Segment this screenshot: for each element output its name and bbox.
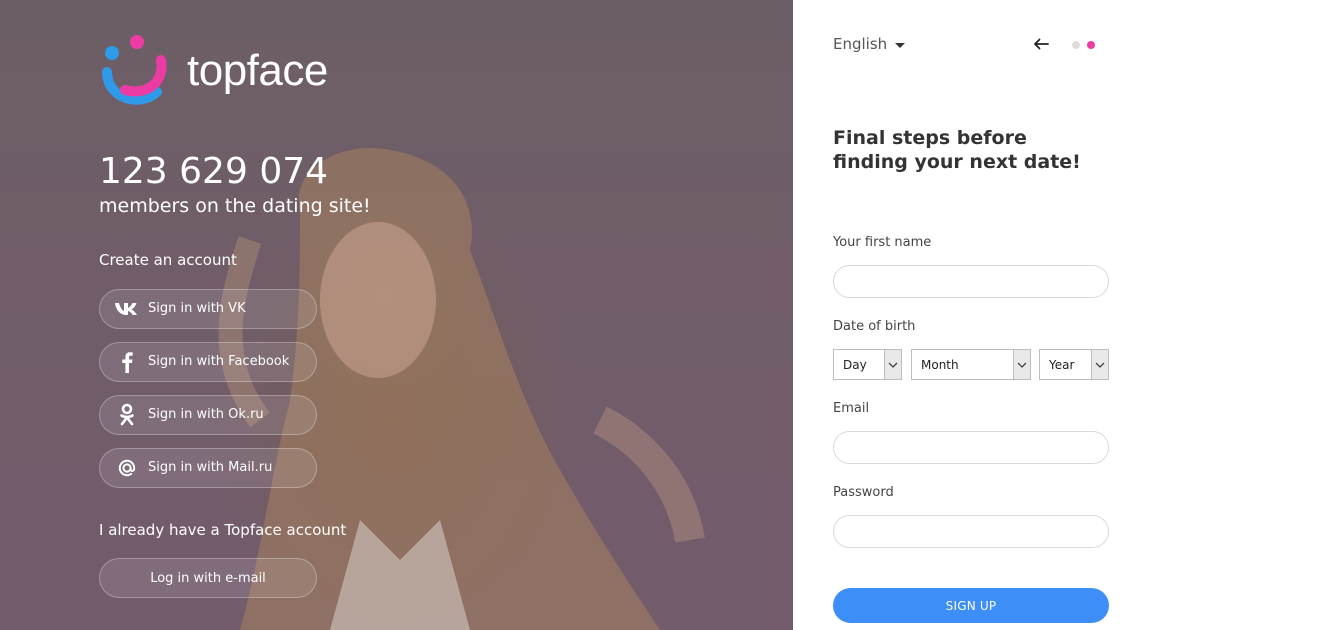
sign-in-facebook-label: Sign in with Facebook xyxy=(148,354,290,369)
sign-in-facebook-button[interactable]: Sign in with Facebook xyxy=(99,342,317,382)
ok-icon xyxy=(114,403,140,427)
sign-in-mail-label: Sign in with Mail.ru xyxy=(148,460,273,475)
password-input[interactable] xyxy=(833,515,1109,548)
sign-in-vk-label: Sign in with VK xyxy=(148,301,246,316)
dob-day-value: Day xyxy=(843,357,867,372)
step-dot-1 xyxy=(1072,41,1080,49)
back-arrow-icon[interactable] xyxy=(1031,34,1051,54)
sign-in-mail-button[interactable]: Sign in with Mail.ru xyxy=(99,448,317,488)
chevron-down-icon xyxy=(1013,350,1030,379)
dob-day-select[interactable]: Day xyxy=(833,349,902,380)
first-name-input[interactable] xyxy=(833,265,1109,298)
topface-logo-icon xyxy=(102,35,167,105)
have-account-text: I already have a Topface account xyxy=(99,521,347,539)
dob-month-value: Month xyxy=(921,357,959,372)
signup-headline: Final steps before finding your next dat… xyxy=(833,127,1081,173)
mail-icon xyxy=(114,456,140,480)
email-label: Email xyxy=(833,401,870,416)
facebook-icon xyxy=(114,350,140,374)
sign-up-button[interactable]: SIGN UP xyxy=(833,588,1109,623)
language-selector[interactable]: English xyxy=(833,35,906,53)
log-in-email-button[interactable]: Log in with e-mail xyxy=(99,558,317,598)
members-caption: members on the dating site! xyxy=(99,195,371,217)
password-label: Password xyxy=(833,485,894,500)
dob-month-select[interactable]: Month xyxy=(911,349,1031,380)
vk-icon xyxy=(114,297,140,321)
logo-wordmark: topface xyxy=(187,46,328,95)
dob-year-select[interactable]: Year xyxy=(1039,349,1109,380)
chevron-down-icon xyxy=(1091,350,1108,379)
email-input[interactable] xyxy=(833,431,1109,464)
chevron-down-icon xyxy=(884,350,901,379)
hero-panel: topface 123 629 074 members on the datin… xyxy=(0,0,793,630)
sign-in-vk-button[interactable]: Sign in with VK xyxy=(99,289,317,329)
first-name-label: Your first name xyxy=(833,235,932,250)
log-in-email-label: Log in with e-mail xyxy=(150,570,266,586)
sign-in-ok-button[interactable]: Sign in with Ok.ru xyxy=(99,395,317,435)
topface-logo[interactable]: topface xyxy=(99,34,328,108)
members-count: 123 629 074 xyxy=(99,151,329,192)
dob-year-value: Year xyxy=(1049,357,1075,372)
language-label: English xyxy=(833,35,888,53)
caret-down-icon xyxy=(895,42,906,48)
date-of-birth-label: Date of birth xyxy=(833,319,916,334)
sign-in-ok-label: Sign in with Ok.ru xyxy=(148,407,264,422)
create-account-title: Create an account xyxy=(99,251,237,269)
step-dot-2-active xyxy=(1087,41,1095,49)
signup-panel: English Final steps before finding your … xyxy=(793,0,1318,630)
